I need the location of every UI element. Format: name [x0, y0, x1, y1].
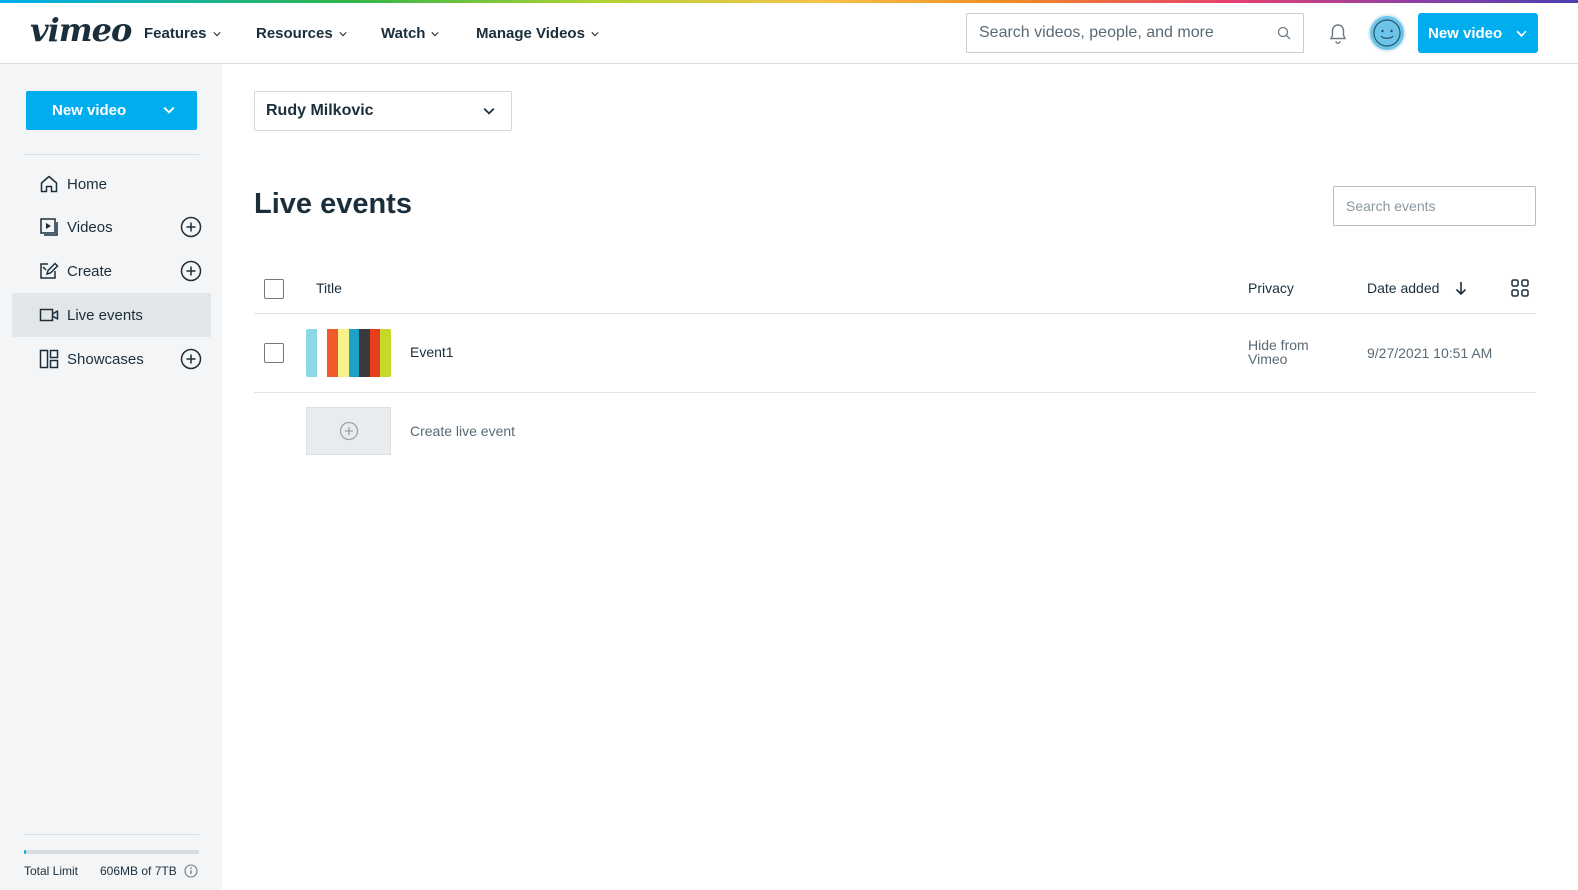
- sidebar-new-video-button[interactable]: New video: [26, 91, 197, 130]
- chevron-down-icon: [163, 106, 175, 114]
- nav-label: Resources: [256, 25, 333, 42]
- column-header-label: Date added: [1367, 280, 1440, 296]
- home-icon: [40, 175, 58, 193]
- column-header-title[interactable]: Title: [316, 280, 342, 296]
- account-selector[interactable]: Rudy Milkovic: [254, 91, 512, 131]
- search-icon[interactable]: [1277, 26, 1291, 40]
- page-title: Live events: [254, 188, 412, 220]
- avatar-face-icon: [1373, 19, 1401, 47]
- column-header-privacy[interactable]: Privacy: [1248, 280, 1294, 296]
- nav-label: Watch: [381, 25, 426, 42]
- event-thumbnail[interactable]: [306, 329, 391, 377]
- nav-manage-videos[interactable]: Manage Videos: [476, 25, 599, 42]
- top-new-video-button[interactable]: New video: [1418, 13, 1538, 53]
- thumbnail-color-bar: [316, 329, 328, 377]
- storage-progress-fill: [24, 850, 26, 854]
- storage-progress-bar: [24, 850, 199, 854]
- column-header-date-added[interactable]: Date added: [1367, 280, 1467, 296]
- events-search-box: [1333, 186, 1536, 226]
- bell-icon[interactable]: [1328, 23, 1348, 45]
- add-video-icon[interactable]: [180, 216, 202, 238]
- event-date-added: 9/27/2021 10:51 AM: [1367, 345, 1493, 361]
- top-navigation: vimeo Features Resources Watch Manage Vi…: [0, 3, 1578, 64]
- create-live-event-tile[interactable]: [306, 407, 391, 455]
- storage-value: 606MB of 7TB: [100, 864, 177, 878]
- user-avatar[interactable]: [1368, 14, 1406, 52]
- vimeo-logo[interactable]: vimeo: [30, 11, 132, 49]
- global-search-input[interactable]: [979, 24, 1277, 42]
- divider: [254, 313, 1536, 314]
- sidebar-item-label: Create: [67, 262, 113, 280]
- sidebar: New video Home Videos Create Live events…: [0, 64, 222, 890]
- divider: [254, 392, 1536, 393]
- nav-watch[interactable]: Watch: [381, 25, 440, 42]
- chevron-down-icon: [483, 108, 495, 115]
- select-all-checkbox[interactable]: [264, 279, 284, 299]
- add-create-icon[interactable]: [180, 260, 202, 282]
- add-showcase-icon[interactable]: [180, 348, 202, 370]
- grid-view-icon[interactable]: [1511, 279, 1529, 297]
- events-search-input[interactable]: [1346, 198, 1527, 214]
- chevron-down-icon: [212, 31, 221, 36]
- chevron-down-icon: [431, 31, 440, 36]
- sidebar-item-videos[interactable]: Videos: [12, 205, 211, 249]
- row-checkbox[interactable]: [264, 343, 284, 363]
- sort-descending-arrow-icon[interactable]: [1455, 281, 1467, 296]
- new-video-label: New video: [1428, 24, 1503, 42]
- chevron-down-icon: [591, 31, 599, 36]
- thumbnail-color-bar: [359, 329, 370, 377]
- camera-icon: [39, 308, 59, 322]
- sidebar-item-showcases[interactable]: Showcases: [12, 337, 211, 381]
- thumbnail-color-bar: [369, 329, 381, 377]
- videos-icon: [40, 218, 58, 236]
- global-search-box: [966, 13, 1304, 53]
- chevron-down-icon: [1516, 30, 1527, 37]
- showcases-icon: [39, 349, 59, 369]
- thumbnail-color-bar: [337, 329, 349, 377]
- create-icon: [40, 262, 59, 279]
- sidebar-item-label: Home: [67, 175, 108, 193]
- sidebar-item-create[interactable]: Create: [12, 249, 211, 293]
- plus-circle-icon: [339, 421, 358, 441]
- account-name: Rudy Milkovic: [266, 102, 374, 119]
- sidebar-item-label: Showcases: [67, 350, 144, 368]
- new-video-label: New video: [52, 102, 127, 119]
- create-live-event-link[interactable]: Create live event: [410, 423, 515, 439]
- sidebar-item-label: Videos: [67, 218, 113, 236]
- nav-label: Features: [144, 25, 207, 42]
- sidebar-item-live-events[interactable]: Live events: [12, 293, 211, 337]
- event-title[interactable]: Event1: [410, 344, 454, 360]
- divider: [24, 834, 199, 835]
- nav-features[interactable]: Features: [144, 25, 221, 42]
- sidebar-item-home[interactable]: Home: [12, 162, 211, 206]
- nav-resources[interactable]: Resources: [256, 25, 347, 42]
- event-privacy: Hide from Vimeo: [1248, 337, 1309, 367]
- thumbnail-color-bar: [380, 329, 391, 377]
- nav-label: Manage Videos: [476, 25, 585, 42]
- thumbnail-color-bar: [306, 329, 317, 377]
- info-icon[interactable]: [184, 864, 198, 878]
- sidebar-item-label: Live events: [67, 306, 143, 324]
- storage-label: Total Limit: [24, 864, 79, 878]
- thumbnail-color-bar: [327, 329, 338, 377]
- divider: [24, 154, 199, 155]
- chevron-down-icon: [339, 31, 347, 36]
- thumbnail-color-bar: [348, 329, 360, 377]
